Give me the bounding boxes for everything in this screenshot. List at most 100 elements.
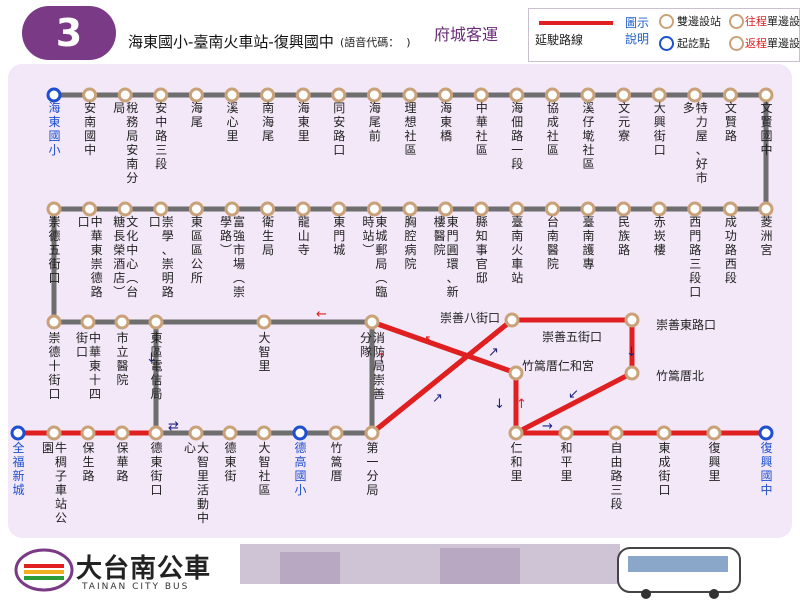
route-map: ← ↓ ⇄ ↑ ↗ ↗ ↖ ↓ ↑ ↓ ↙ → 海東國小安南國中稅務局安南分局安… [8, 64, 792, 538]
legend-inbound-suffix: 單邊設站 [767, 37, 800, 50]
stop-dot [651, 201, 667, 217]
stop-dot [402, 87, 418, 103]
arrow-right-icon: → [542, 419, 553, 434]
stop-dot [364, 314, 380, 330]
station-label: 赤崁樓 [654, 215, 666, 257]
station-label: 崇善五街口 [542, 329, 602, 344]
stop-dot [616, 201, 632, 217]
legend-outbound: 往程單邊設站 [745, 13, 800, 29]
both-side-stop-icon [659, 14, 674, 29]
stop-dot [260, 201, 276, 217]
station-label: 安南國中 [84, 100, 96, 157]
stop-dot [153, 87, 169, 103]
stop-dot [364, 425, 380, 441]
stop-dot [687, 87, 703, 103]
stop-dot [504, 312, 520, 328]
stop-dot [558, 425, 574, 441]
arrow-upright-icon: ↗ [432, 391, 443, 406]
station-label: 協成社區 [547, 100, 559, 157]
bus-wheel-icon [641, 589, 651, 599]
stop-dot [222, 425, 238, 441]
station-label: 西門路三段口 [689, 215, 701, 299]
header: 3 海東國小-臺南火車站-復興國中 (語音代碼：3) 府城客運 延駛路線 圖示說… [0, 0, 800, 64]
arrow-upright-icon: ↗ [488, 345, 499, 360]
stop-dot [544, 201, 560, 217]
stop-dot [224, 87, 240, 103]
station-label: 民族路 [618, 215, 630, 257]
stop-dot [46, 314, 62, 330]
station-label: 復興國中 [760, 440, 772, 497]
station-label: 海佃路一段 [511, 100, 523, 171]
station-label: 竹篙厝仁和宮 [522, 358, 594, 373]
stop-dot [366, 201, 382, 217]
logo-stripe [24, 576, 64, 580]
stop-dot [722, 201, 738, 217]
station-label: 南海尾 [262, 100, 274, 143]
stop-dot [188, 87, 204, 103]
legend-extension-label: 延駛路線 [535, 33, 584, 47]
stop-dot [46, 425, 62, 441]
building-graphic [440, 548, 520, 584]
route-number: 3 [55, 11, 83, 55]
stop-dot [509, 87, 525, 103]
station-label: 衛生局 [262, 215, 274, 257]
stop-dot [331, 201, 347, 217]
stop-dot [722, 87, 738, 103]
station-label: 台南醫院 [547, 214, 559, 271]
station-label: 龍山寺 [298, 214, 310, 257]
stop-dot [148, 314, 164, 330]
voice-code-label: (語音代碼： [340, 36, 400, 49]
station-label: 大興街口 [654, 101, 666, 157]
logo-stripe [24, 570, 64, 574]
stop-dot [188, 201, 204, 217]
stop-dot [295, 201, 311, 217]
station-label: 德東街口 [150, 440, 162, 497]
stop-dot [260, 87, 276, 103]
station-label: 臺南護專 [582, 214, 594, 271]
stop-dot [508, 425, 524, 441]
route-name: 海東國小-臺南火車站-復興國中 [128, 33, 334, 51]
station-label: 海尾 [191, 100, 203, 129]
stop-dot [687, 201, 703, 217]
stop-dot [624, 312, 640, 328]
route-badge: 3 [22, 6, 116, 60]
stop-dot [509, 201, 525, 217]
station-label: 海東國小 [48, 100, 60, 157]
logo-text: 大台南公車 [76, 554, 212, 584]
stop-dot [624, 365, 640, 381]
arrow-left-icon: ← [316, 307, 327, 322]
station-label: 理想社區 [404, 101, 416, 157]
stop-dot [80, 314, 96, 330]
voice-code-suffix: ) [406, 36, 411, 49]
stop-dot [616, 87, 632, 103]
station-label: 海東橋 [440, 100, 452, 143]
stop-dot [295, 87, 311, 103]
stop-dot [114, 314, 130, 330]
legend-extension-line [539, 21, 613, 25]
stop-dot [580, 201, 596, 217]
stop-dot [224, 201, 240, 217]
station-label: 安中路三段 [155, 100, 167, 171]
terminal-stop-dot [46, 87, 62, 103]
station-label: 同安路口 [333, 101, 345, 157]
legend: 延駛路線 圖示說明 雙邊設站 起訖點 往程單邊設站 返程單邊設站 [528, 8, 800, 62]
terminal-stop-icon [659, 36, 674, 51]
stop-dot [328, 425, 344, 441]
station-label: 崇善八街口 [440, 310, 500, 325]
station-label: 菱洲宮 [760, 215, 772, 257]
station-label: 東成街口 [658, 441, 670, 497]
terminal-stop-dot [758, 425, 774, 441]
station-label: 自由路三段 [610, 441, 622, 511]
legend-inbound-label: 返程 [745, 37, 767, 50]
station-label: 竹篙厝 [330, 441, 342, 483]
legend-title: 圖示說明 [625, 16, 650, 46]
stop-dot [366, 87, 382, 103]
voice-code: (語音代碼：3) [340, 34, 411, 50]
station-label: 竹篙厝北 [656, 368, 704, 383]
legend-terminal: 起訖點 [677, 37, 710, 50]
station-label: 縣知事官邸 [476, 215, 488, 285]
stop-dot [117, 201, 133, 217]
stop-dot [46, 201, 62, 217]
stop-dot [117, 87, 133, 103]
stop-dot [473, 87, 489, 103]
